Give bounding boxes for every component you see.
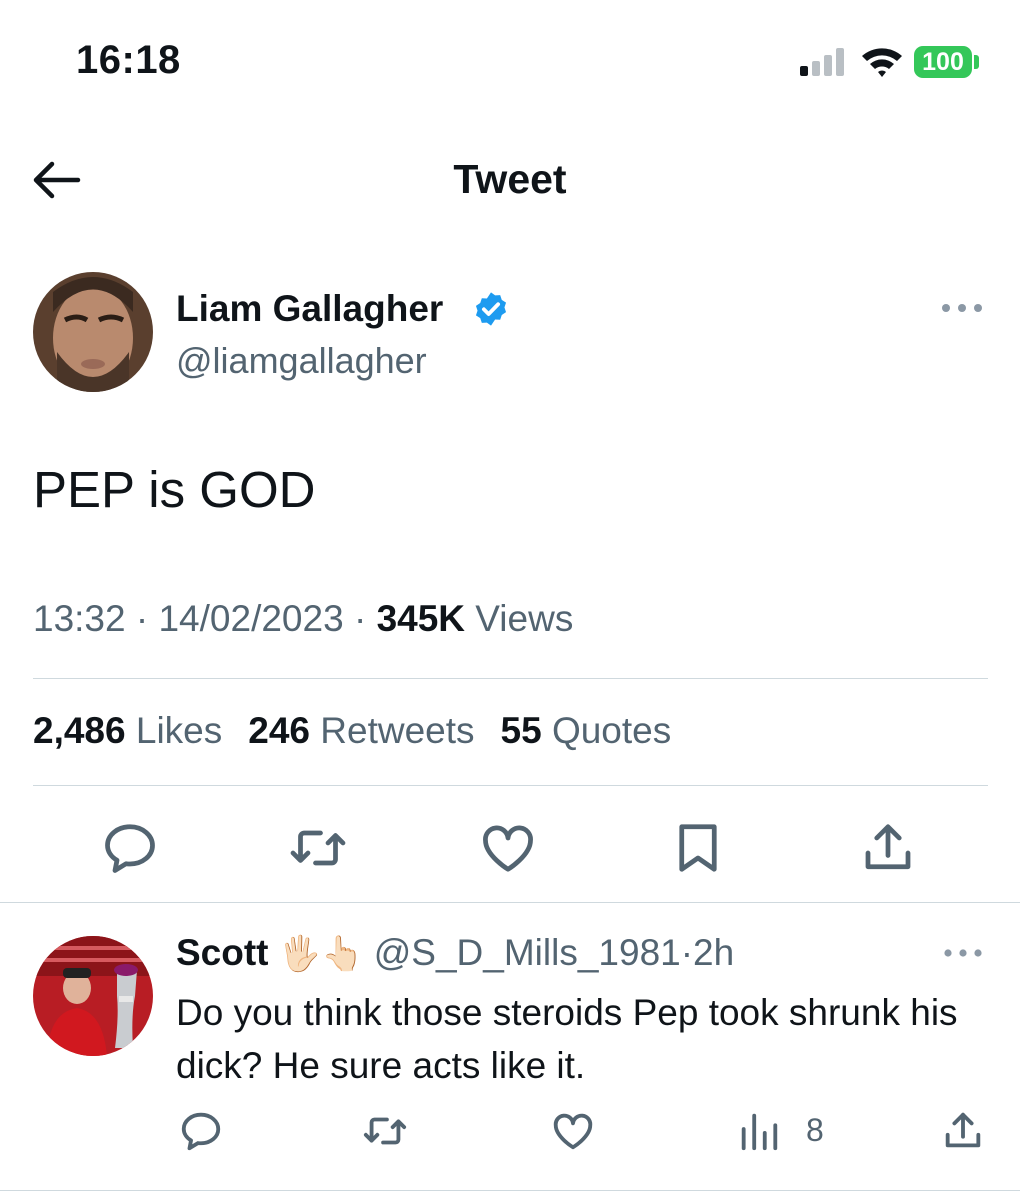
reply-views-button[interactable] bbox=[736, 1108, 782, 1154]
views-chart-icon bbox=[741, 1113, 778, 1151]
retweets-label: Retweets bbox=[320, 710, 475, 751]
tweet-text: PEP is GOD bbox=[33, 461, 316, 518]
verified-badge-icon bbox=[475, 292, 507, 326]
author-handle[interactable]: @liamgallagher bbox=[176, 340, 427, 382]
engagement-stats: 2,486 Likes 246 Retweets 55 Quotes bbox=[33, 710, 671, 752]
retweet-icon bbox=[363, 1117, 407, 1145]
tweet-date: 14/02/2023 bbox=[158, 598, 344, 639]
like-button[interactable] bbox=[478, 818, 538, 878]
section-divider bbox=[0, 1190, 1020, 1191]
reply-age: 2h bbox=[693, 932, 735, 973]
section-divider bbox=[0, 902, 1020, 903]
status-time: 16:18 bbox=[76, 38, 181, 82]
views-label[interactable]: Views bbox=[475, 598, 573, 639]
tweet-time: 13:32 bbox=[33, 598, 126, 639]
wifi-icon bbox=[862, 48, 902, 77]
avatar-photo bbox=[33, 272, 153, 392]
retweets-count: 246 bbox=[248, 710, 310, 751]
tweet-meta: 13:32 · 14/02/2023 · 345K Views bbox=[33, 598, 573, 640]
bookmark-icon bbox=[679, 824, 717, 872]
retweets-stat[interactable]: 246 Retweets bbox=[248, 710, 474, 751]
avatar-photo bbox=[33, 936, 153, 1056]
reply-text: Do you think those steroids Pep took shr… bbox=[176, 992, 958, 1086]
more-icon[interactable] bbox=[942, 946, 984, 960]
quotes-label: Quotes bbox=[551, 710, 672, 751]
quotes-stat[interactable]: 55 Quotes bbox=[501, 710, 672, 751]
share-icon bbox=[865, 824, 911, 870]
share-icon bbox=[945, 1112, 981, 1148]
reply-avatar[interactable] bbox=[33, 936, 153, 1056]
author-name[interactable]: Liam Gallagher bbox=[176, 288, 443, 330]
battery-tip bbox=[974, 55, 979, 69]
likes-label: Likes bbox=[135, 710, 223, 751]
views-count[interactable]: 345K bbox=[377, 598, 465, 639]
meta-separator: · bbox=[135, 598, 149, 639]
divider bbox=[33, 678, 988, 679]
likes-count: 2,486 bbox=[33, 710, 126, 751]
reply-like-button[interactable] bbox=[550, 1108, 596, 1154]
reply-retweet-button[interactable] bbox=[362, 1108, 408, 1154]
page-title: Tweet bbox=[453, 156, 567, 202]
reply-button[interactable] bbox=[100, 818, 160, 878]
retweet-icon bbox=[290, 830, 346, 866]
reply-separator: · bbox=[680, 932, 694, 973]
battery-indicator: 100 bbox=[914, 46, 972, 78]
reply-author-emojis: 🖐🏻👆🏻 bbox=[278, 934, 364, 974]
reply-author-name[interactable]: Scott bbox=[176, 932, 269, 973]
quotes-count: 55 bbox=[500, 710, 542, 751]
reply-header: Scott 🖐🏻👆🏻 @S_D_Mills_1981·2h bbox=[176, 932, 734, 974]
reply-share-button[interactable] bbox=[940, 1108, 986, 1154]
share-button[interactable] bbox=[858, 818, 918, 878]
bookmark-button[interactable] bbox=[668, 818, 728, 878]
reply-icon bbox=[105, 824, 155, 873]
more-icon[interactable] bbox=[940, 300, 984, 316]
author-avatar[interactable] bbox=[33, 272, 153, 392]
likes-stat[interactable]: 2,486 Likes bbox=[33, 710, 222, 751]
like-icon bbox=[553, 1113, 593, 1150]
reply-reply-button[interactable] bbox=[178, 1108, 224, 1154]
reply-icon bbox=[181, 1112, 221, 1151]
signal-icon bbox=[800, 48, 844, 76]
reply-views-count: 8 bbox=[806, 1112, 824, 1148]
divider bbox=[33, 785, 988, 786]
meta-separator: · bbox=[353, 598, 367, 639]
like-icon bbox=[483, 825, 533, 872]
retweet-button[interactable] bbox=[288, 818, 348, 878]
reply-author-handle[interactable]: @S_D_Mills_1981 bbox=[374, 932, 681, 973]
